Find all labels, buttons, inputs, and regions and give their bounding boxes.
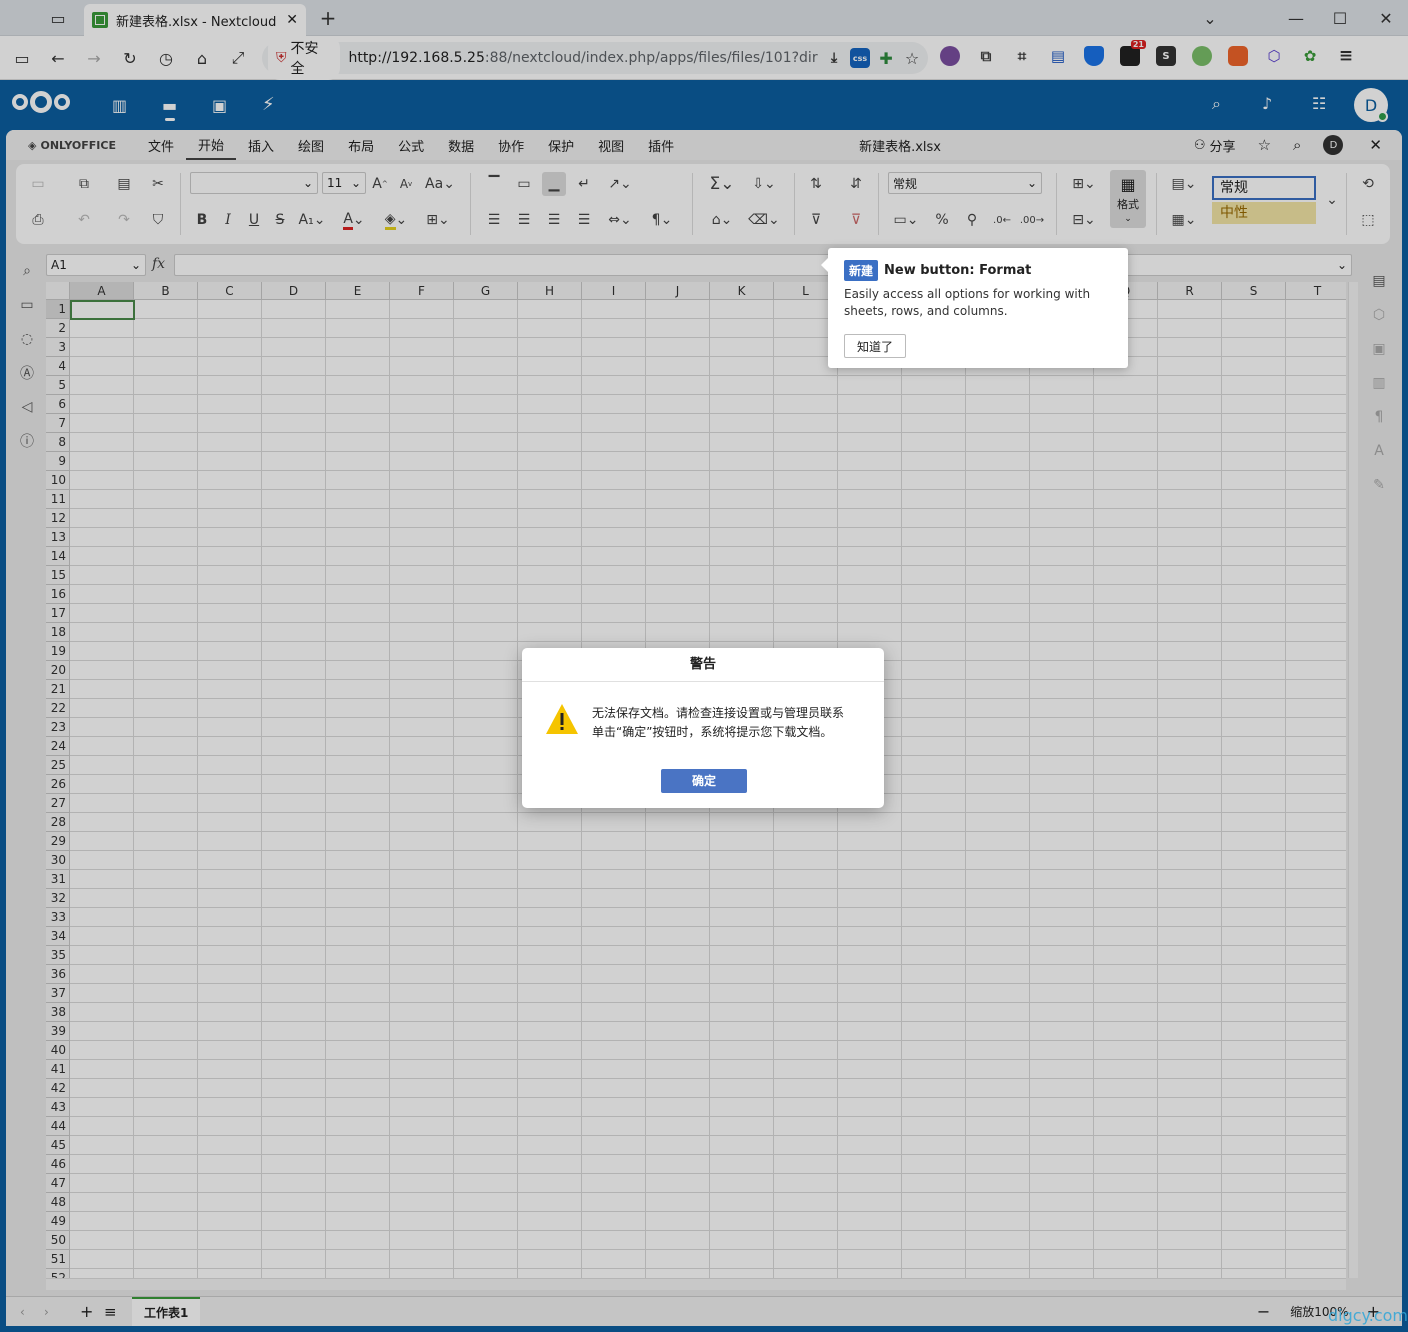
dialog-message-line1: 无法保存文档。请检查连接设置或与管理员联系 xyxy=(592,706,845,720)
warning-triangle-icon xyxy=(544,702,580,736)
tooltip-arrow xyxy=(821,258,828,272)
tooltip-body: Easily access all options for working wi… xyxy=(844,287,1091,318)
new-feature-tooltip: 新建 New button: Format Easily access all … xyxy=(821,248,1128,368)
tooltip-title: New button: Format xyxy=(884,263,1032,278)
dialog-title: 警告 xyxy=(522,648,884,682)
ok-button[interactable]: 确定 xyxy=(661,769,747,793)
warning-dialog: 警告 无法保存文档。请检查连接设置或与管理员联系 单击“确定”按钮时，系统将提示… xyxy=(522,648,884,808)
new-badge: 新建 xyxy=(844,260,879,281)
dialog-message-line2: 单击“确定”按钮时，系统将提示您下载文档。 xyxy=(592,725,833,739)
got-it-button[interactable]: 知道了 xyxy=(844,334,907,358)
watermark: digcy.com xyxy=(1328,1306,1408,1325)
